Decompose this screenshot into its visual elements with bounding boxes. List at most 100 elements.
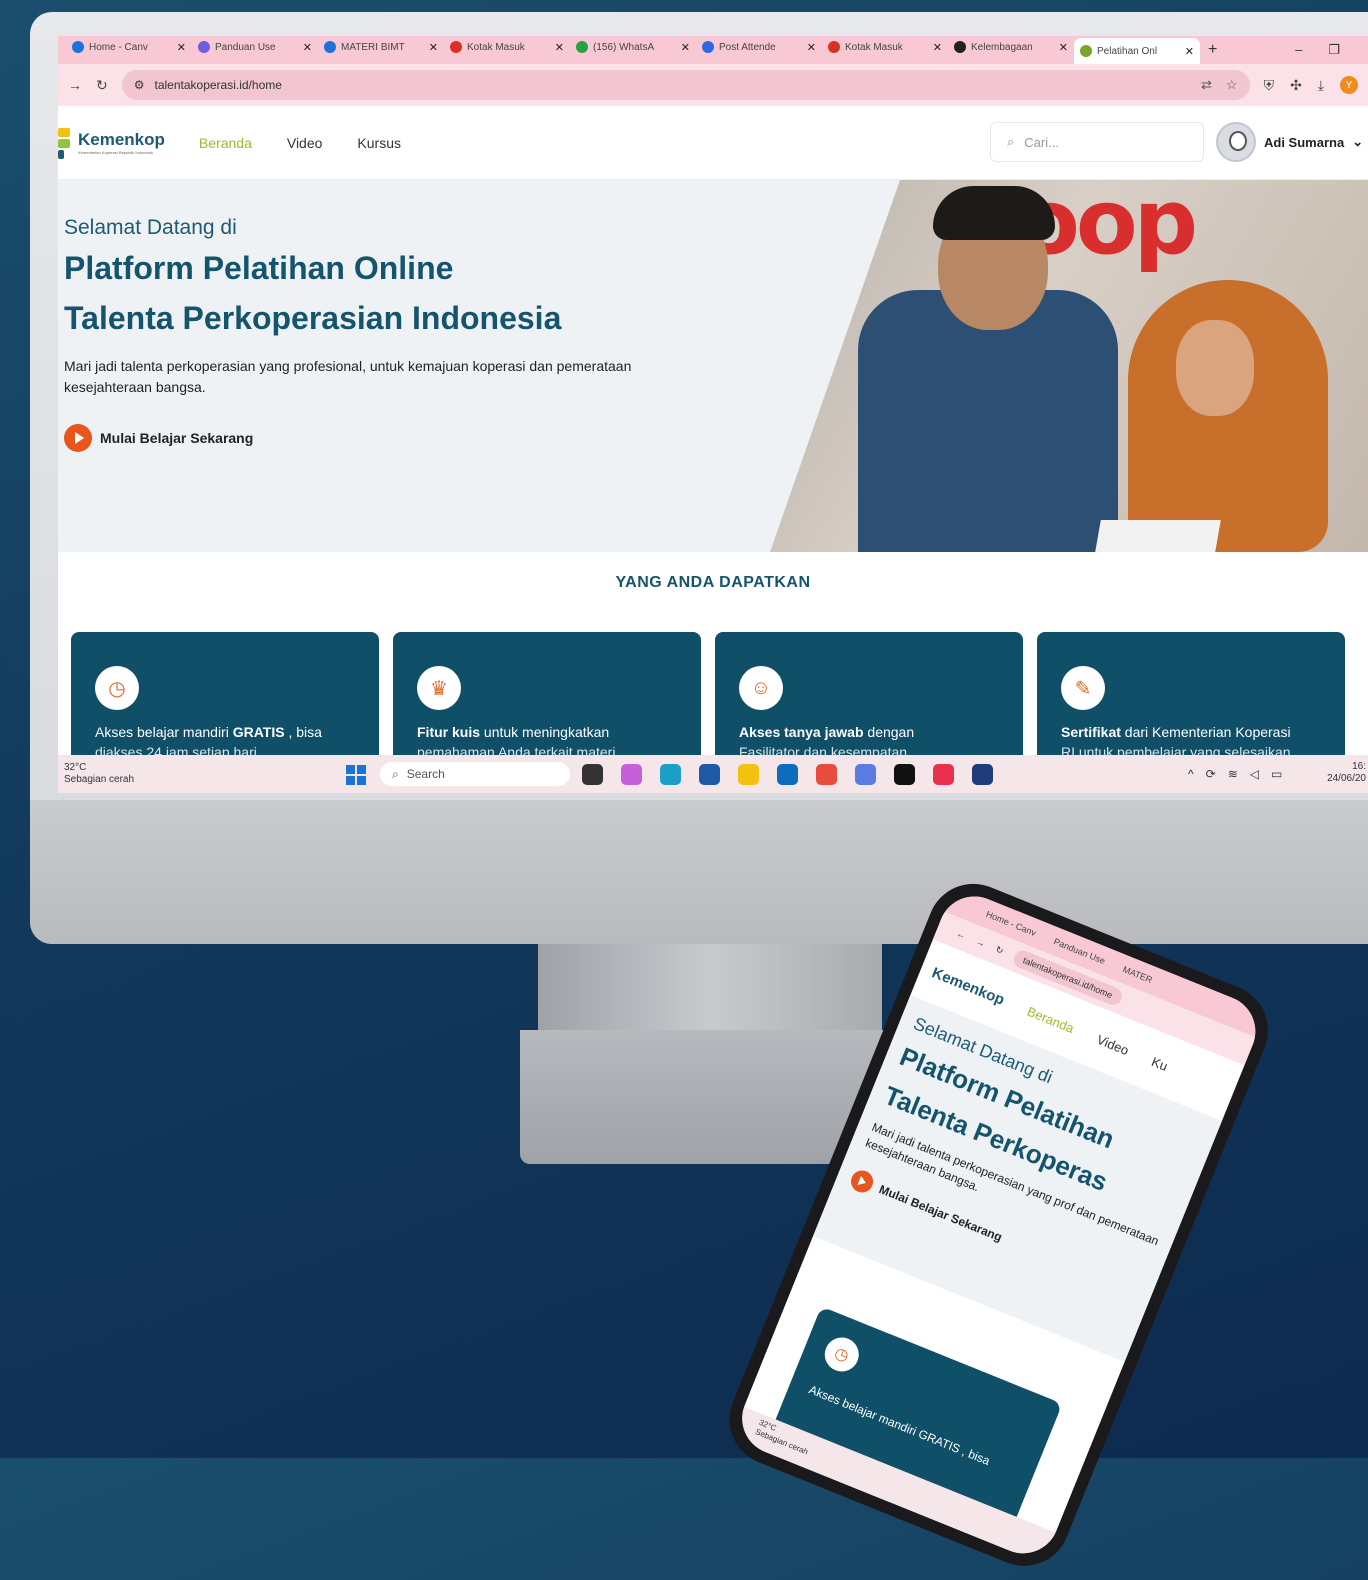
feature-card-text: Sertifikat dari Kementerian Koperasi: [1061, 724, 1291, 740]
phone-tab[interactable]: MATER: [1121, 964, 1153, 985]
tab-favicon-icon: [450, 41, 462, 53]
battery-icon[interactable]: ▭: [1271, 767, 1282, 781]
menu-kursus[interactable]: Kursus: [357, 135, 401, 151]
tiktok-studio-icon[interactable]: [933, 764, 954, 785]
windows-start-icon[interactable]: [346, 765, 366, 785]
tab-title: (156) WhatsA: [593, 41, 655, 53]
close-icon[interactable]: ✕: [807, 41, 816, 54]
tab-favicon-icon: [198, 41, 210, 53]
teams-icon[interactable]: [855, 764, 876, 785]
phone-menu-video[interactable]: Video: [1095, 1031, 1131, 1057]
browser-tab[interactable]: Panduan Use ✕: [192, 36, 318, 58]
tab-title: Kotak Masuk: [467, 41, 525, 53]
download-icon[interactable]: ⤓: [1318, 77, 1324, 94]
system-tray: ^ ⟳ ≋ ◁ ▭: [1188, 767, 1282, 781]
close-icon[interactable]: ✕: [681, 41, 690, 54]
browser-tab[interactable]: Kotak Masuk ✕: [444, 36, 570, 58]
browser-tab[interactable]: Kotak Masuk ✕: [822, 36, 948, 58]
tab-title: Post Attende: [719, 41, 776, 53]
window-controls: – ❐: [1295, 42, 1368, 58]
close-icon[interactable]: ✕: [933, 41, 942, 54]
start-learning-button[interactable]: Mulai Belajar Sekarang: [64, 424, 253, 452]
volume-icon[interactable]: ◁: [1250, 767, 1259, 781]
url-field[interactable]: ⚙ talentakoperasi.id/home ⇄ ☆: [121, 70, 1250, 100]
minimize-icon[interactable]: –: [1295, 42, 1302, 58]
task-view-icon[interactable]: [582, 764, 603, 785]
tiktok-icon[interactable]: [894, 764, 915, 785]
browser-tabbar: Home - Canv ✕ Panduan Use ✕ MATERI BIMT ✕ Kota…: [58, 36, 1368, 64]
feature-card: ☺ Akses tanya jawab dengan Fasilitator dan…: [715, 632, 1023, 772]
browser-tab[interactable]: Post Attende ✕: [696, 36, 822, 58]
phone-logo-text[interactable]: Kemenkop: [930, 964, 1007, 1008]
menu-beranda[interactable]: Beranda: [199, 135, 252, 151]
copilot-icon[interactable]: [621, 764, 642, 785]
store-icon[interactable]: [699, 764, 720, 785]
new-tab-button[interactable]: +: [1208, 41, 1217, 59]
outlook-icon[interactable]: [777, 764, 798, 785]
tab-favicon-icon: [1080, 45, 1092, 57]
sync-icon[interactable]: ⟳: [1206, 767, 1216, 781]
site-info-icon[interactable]: ⚙: [134, 78, 145, 92]
phone-menu-beranda[interactable]: Beranda: [1025, 1003, 1076, 1035]
close-icon[interactable]: ✕: [177, 41, 186, 54]
reload-icon[interactable]: ↻: [994, 944, 1005, 957]
feature-card: ◷ Akses belajar mandiri GRATIS , bisa diak…: [71, 632, 379, 772]
tab-favicon-icon: [72, 41, 84, 53]
file-explorer-icon[interactable]: [738, 764, 759, 785]
forward-icon[interactable]: →: [975, 936, 987, 949]
taskbar-search-label: Search: [406, 767, 445, 781]
weather-widget[interactable]: 32°C Sebagian cerah: [64, 762, 134, 786]
tab-title: Kotak Masuk: [845, 41, 903, 53]
close-icon[interactable]: ✕: [1059, 41, 1068, 54]
shield-icon[interactable]: ⛨: [1264, 77, 1275, 94]
wifi-icon[interactable]: ≋: [1228, 767, 1238, 781]
close-icon[interactable]: ✕: [1185, 45, 1194, 58]
weather-temp: 32°C: [64, 762, 87, 773]
chevron-up-icon[interactable]: ^: [1188, 767, 1194, 781]
profile-avatar[interactable]: Y: [1340, 76, 1358, 94]
search-placeholder: Cari...: [1024, 134, 1059, 150]
user-name: Adi Sumarna: [1264, 134, 1345, 150]
search-input[interactable]: ⌕ Cari...: [990, 122, 1204, 162]
site-logo[interactable]: Kemenkop Kementerian Koperasi Republik I…: [58, 125, 165, 161]
close-icon[interactable]: ✕: [555, 41, 564, 54]
hero-title-line-2: Talenta Perkoperasian Indonesia: [64, 300, 562, 336]
browser-tab[interactable]: MATERI BIMT ✕: [318, 36, 444, 58]
tab-title: Pelatihan Onl: [1097, 45, 1158, 57]
tab-favicon-icon: [828, 41, 840, 53]
windows-taskbar: 32°C Sebagian cerah ⌕ Search ^ ⟳ ≋ ◁ ▭ 1…: [58, 755, 1368, 793]
bookmark-star-icon[interactable]: ☆: [1226, 77, 1238, 93]
search-icon: ⌕: [392, 766, 399, 781]
photos-icon[interactable]: [816, 764, 837, 785]
logo-subtext: Kementerian Koperasi Republik Indonesia: [78, 150, 153, 155]
translate-icon[interactable]: ⇄: [1201, 77, 1212, 93]
close-icon[interactable]: ✕: [429, 41, 438, 54]
browser-tab[interactable]: Pelatihan Onl ✕: [1074, 38, 1200, 64]
search-icon: ⌕: [1007, 134, 1015, 149]
menu-video[interactable]: Video: [287, 135, 323, 151]
forward-icon[interactable]: →: [68, 77, 82, 93]
edge-icon[interactable]: [660, 764, 681, 785]
clock-time: 16:: [1352, 761, 1366, 772]
reload-icon[interactable]: ↻: [96, 77, 108, 94]
phone-menu-kursus[interactable]: Ku: [1150, 1053, 1170, 1073]
taskbar-clock[interactable]: 16: 24/06/20: [1316, 761, 1366, 785]
user-menu[interactable]: Adi Sumarna ⌄: [1216, 122, 1363, 162]
feature-card-text: Akses tanya jawab dengan: [739, 724, 915, 740]
browser-tab[interactable]: (156) WhatsA ✕: [570, 36, 696, 58]
extensions-icon[interactable]: ✣: [1290, 77, 1302, 94]
app-icon[interactable]: [972, 764, 993, 785]
back-icon[interactable]: ←: [955, 928, 967, 941]
play-icon: [64, 424, 92, 452]
close-icon[interactable]: ✕: [303, 41, 312, 54]
clock-icon: ◷: [819, 1332, 864, 1377]
chevron-down-icon: ⌄: [1352, 134, 1364, 149]
restore-icon[interactable]: ❐: [1328, 42, 1340, 58]
taskbar-search[interactable]: ⌕ Search: [380, 762, 570, 786]
feature-cards: ◷ Akses belajar mandiri GRATIS , bisa diak…: [71, 632, 1345, 772]
play-icon: [847, 1167, 877, 1196]
browser-tab[interactable]: Kelembagaan ✕: [948, 36, 1074, 58]
hero-person-man-hair: [933, 186, 1055, 240]
browser-tab[interactable]: Home - Canv ✕: [66, 36, 192, 58]
weather-desc: Sebagian cerah: [64, 774, 135, 785]
